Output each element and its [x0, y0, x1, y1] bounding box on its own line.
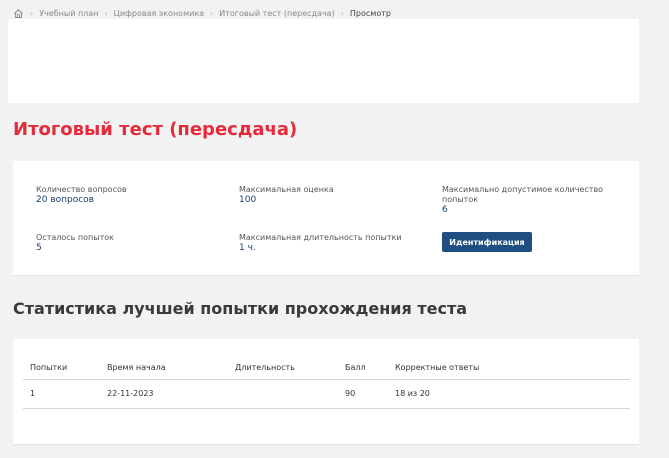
breadcrumb: › Учебный план › Цифровая экономика › Ит… — [13, 8, 391, 19]
attempts-left-value: 5 — [36, 243, 42, 253]
max-attempts-value: 6 — [442, 205, 448, 215]
max-score-label: Максимальная оценка — [239, 185, 334, 194]
chevron-right-icon: › — [104, 9, 108, 18]
max-duration-label: Максимальная длительность попытки — [239, 233, 402, 242]
info-attempts-left: Осталось попыток 5 — [36, 233, 114, 254]
page-title: Итоговый тест (пересдача) — [13, 119, 298, 140]
chevron-right-icon: › — [340, 9, 344, 18]
chevron-right-icon: › — [210, 9, 214, 18]
column-header-score: Балл — [338, 357, 388, 380]
stats-section-title: Статистика лучшей попытки прохождения те… — [13, 299, 468, 318]
attempts-table: Попытки Время начала Длительность Балл К… — [23, 357, 630, 409]
max-attempts-label: Максимально допустимое количество попыто… — [442, 185, 604, 204]
breadcrumb-item-course[interactable]: Цифровая экономика — [114, 9, 204, 18]
info-max-attempts: Максимально допустимое количество попыто… — [442, 185, 612, 216]
table-header-row: Попытки Время начала Длительность Балл К… — [23, 357, 630, 380]
cell-duration — [228, 379, 338, 409]
questions-count-value: 20 вопросов — [36, 195, 94, 205]
column-header-correct-answers: Корректные ответы — [388, 357, 630, 380]
max-duration-value: 1 ч. — [239, 243, 256, 253]
breadcrumb-item-test[interactable]: Итоговый тест (пересдача) — [219, 9, 334, 18]
home-icon[interactable] — [13, 8, 24, 19]
column-header-start-time: Время начала — [100, 357, 228, 380]
test-info-card: Количество вопросов 20 вопросов Максимал… — [13, 161, 639, 276]
chevron-right-icon: › — [30, 9, 34, 18]
info-max-score: Максимальная оценка 100 — [239, 185, 334, 206]
cell-correct-answers: 18 из 20 — [388, 379, 630, 409]
banner-area — [8, 19, 639, 103]
table-row: 1 22-11-2023 90 18 из 20 — [23, 379, 630, 409]
breadcrumb-item-current: Просмотр — [349, 9, 391, 18]
attempts-left-label: Осталось попыток — [36, 233, 114, 242]
info-max-duration: Максимальная длительность попытки 1 ч. — [239, 233, 402, 254]
cell-attempt-number: 1 — [23, 379, 100, 409]
identification-button[interactable]: Идентификация — [442, 232, 532, 252]
column-header-duration: Длительность — [228, 357, 338, 380]
breadcrumb-item-study-plan[interactable]: Учебный план — [39, 9, 98, 18]
max-score-value: 100 — [239, 195, 257, 205]
info-questions-count: Количество вопросов 20 вопросов — [36, 185, 127, 206]
cell-score: 90 — [338, 379, 388, 409]
best-attempt-stats-card: Попытки Время начала Длительность Балл К… — [13, 339, 639, 445]
cell-start-time: 22-11-2023 — [100, 379, 228, 409]
questions-count-label: Количество вопросов — [36, 185, 127, 194]
column-header-attempts: Попытки — [23, 357, 100, 380]
